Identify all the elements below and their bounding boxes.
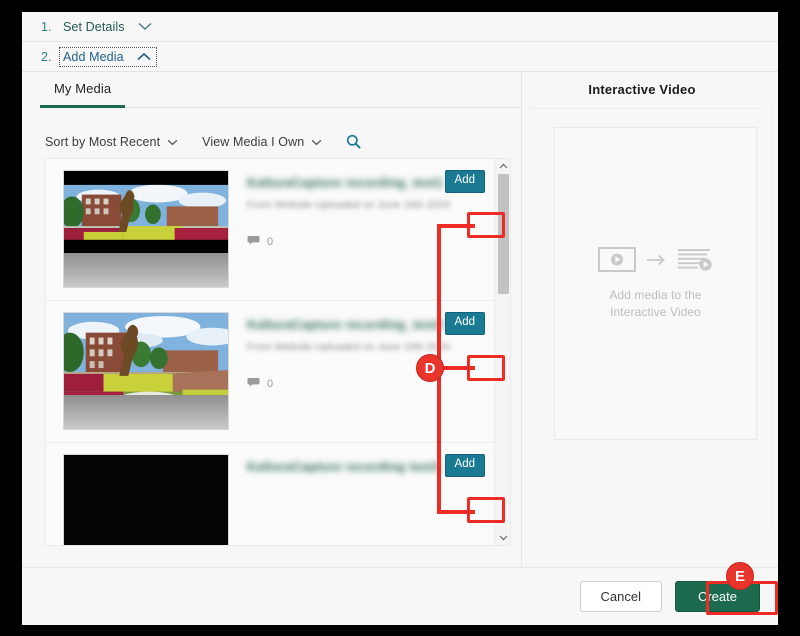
comment-count-value: 0 [267,236,273,248]
dropzone-icons [598,247,714,277]
sort-dropdown[interactable]: Sort by Most Recent [45,135,178,149]
media-toolbar: Sort by Most Recent View Media I Own [45,134,361,149]
media-thumbnail[interactable] [63,454,229,546]
media-tabbar: My Media [40,72,521,108]
media-dropzone[interactable]: Add media to the Interactive Video [554,127,757,440]
comment-count: 0 [247,377,495,391]
scroll-up-icon[interactable] [495,159,511,173]
cancel-button[interactable]: Cancel [580,581,662,612]
add-media-button[interactable]: Add [445,312,485,335]
scrollbar-thumb[interactable] [498,174,509,294]
step-set-details[interactable]: 1. Set Details [22,12,778,42]
step-set-details-toggle[interactable]: Set Details [60,18,157,36]
media-thumbnail[interactable] [63,312,229,430]
interactive-video-area: Add media to the Interactive Video [530,108,762,528]
dropzone-text: Add media to the Interactive Video [581,287,731,319]
media-subtitle: From Website Uploaded on June 16th 2020 [247,341,495,353]
step-add-media[interactable]: 2. Add Media [22,42,778,72]
screenshot-frame: 1. Set Details 2. Add Media [0,0,800,636]
arrow-right-icon [646,253,666,272]
media-list-scrollbar[interactable] [494,159,510,545]
chevron-down-icon [138,22,152,31]
wizard-steps: 1. Set Details 2. Add Media [22,12,778,72]
right-panel-scrollbar[interactable] [772,108,778,528]
video-frame-play-icon [598,247,636,277]
sort-dropdown-label: Sort by Most Recent [45,135,160,149]
step-label: Add Media [63,50,124,64]
thumbnail-player-bar [64,253,228,287]
playlist-play-icon [676,247,714,277]
thumbnail-image [64,455,228,546]
dialog-body: My Media Sort by Most Recent View Media … [22,72,778,567]
step-number: 2. [41,50,60,64]
add-media-button[interactable]: Add [445,454,485,477]
comment-count: 0 [247,235,495,249]
add-media-button[interactable]: Add [445,170,485,193]
create-interactive-video-dialog: 1. Set Details 2. Add Media [22,12,778,625]
chevron-up-icon [137,52,151,61]
tab-my-media[interactable]: My Media [40,72,125,108]
comment-count-value: 0 [267,378,273,390]
media-subtitle: From Website Uploaded on June 16th 2020 [247,199,495,211]
chevron-down-icon [167,135,178,149]
media-list-scroll-area: KalturaCapture recording_test1 From Webs… [45,158,511,546]
list-item[interactable]: KalturaCapture recording test3 Add [46,443,495,546]
filter-dropdown[interactable]: View Media I Own [202,135,322,149]
media-list: KalturaCapture recording_test1 From Webs… [46,159,495,546]
search-icon[interactable] [346,134,361,149]
chevron-down-icon [311,135,322,149]
interactive-video-panel: Interactive Video [522,72,778,567]
thumbnail-player-bar [64,395,228,429]
media-thumbnail[interactable] [63,170,229,288]
comment-bubble-icon [247,235,260,249]
comment-bubble-icon [247,377,260,391]
step-label: Set Details [63,20,125,34]
my-media-panel: My Media Sort by Most Recent View Media … [22,72,521,567]
step-add-media-toggle[interactable]: Add Media [60,48,156,66]
dialog-footer: Cancel Create [22,567,778,625]
list-item[interactable]: KalturaCapture recording_test1 From Webs… [46,159,495,301]
filter-dropdown-label: View Media I Own [202,135,304,149]
scroll-down-icon[interactable] [495,531,511,545]
create-button[interactable]: Create [675,581,760,612]
page-title: Interactive Video [522,82,762,97]
step-number: 1. [41,20,60,34]
list-item[interactable]: KalturaCapture recording_test2 From Webs… [46,301,495,443]
